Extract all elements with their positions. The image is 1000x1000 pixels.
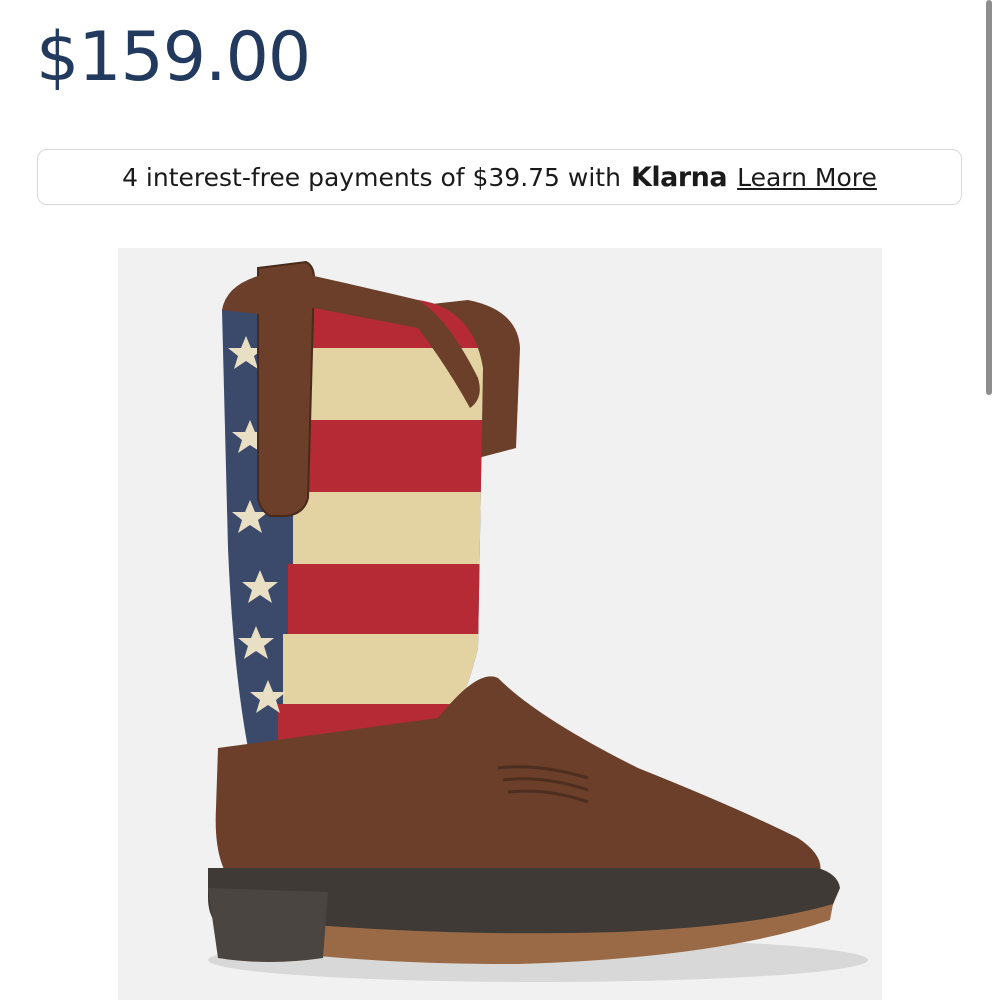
product-price: $159.00 xyxy=(36,18,311,97)
boot-illustration xyxy=(208,260,868,982)
klarna-payment-banner: 4 interest-free payments of $39.75 with … xyxy=(37,149,962,205)
klarna-installment-text: 4 interest-free payments of $39.75 with xyxy=(122,162,621,192)
klarna-learn-more-link[interactable]: Learn More xyxy=(737,163,877,192)
page-scrollbar[interactable] xyxy=(986,0,992,395)
product-image[interactable] xyxy=(118,248,882,1000)
klarna-logo: Klarna xyxy=(630,161,728,193)
product-page: $159.00 4 interest-free payments of $39.… xyxy=(0,0,1000,1000)
heel xyxy=(208,888,328,962)
